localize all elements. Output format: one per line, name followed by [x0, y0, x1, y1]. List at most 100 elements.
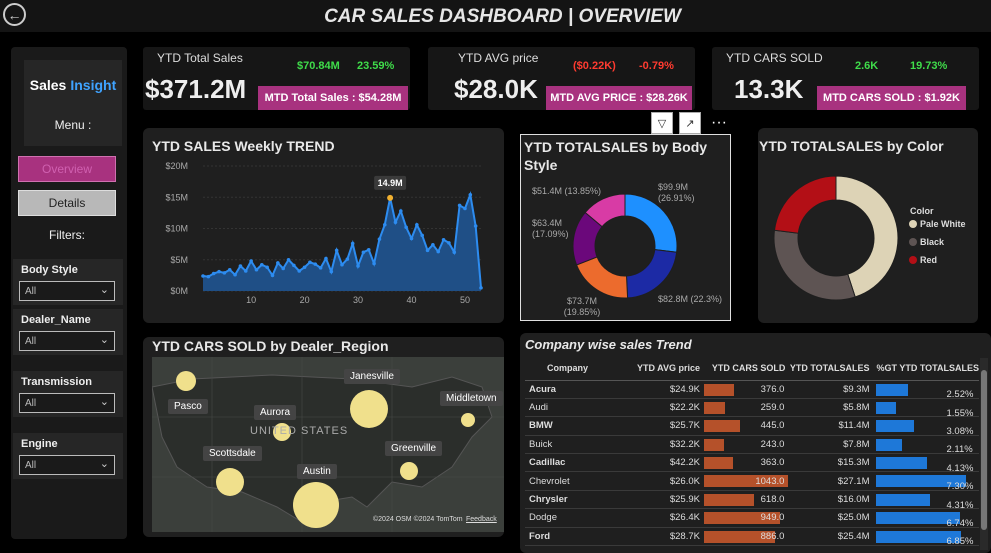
trend-point[interactable] — [334, 248, 339, 253]
table-row[interactable]: Chevrolet $26.0K 1043.0 $27.1M 7.30% — [525, 471, 979, 492]
trend-point[interactable] — [206, 274, 211, 279]
trend-point[interactable] — [211, 271, 216, 276]
trend-point[interactable] — [393, 220, 398, 225]
trend-point[interactable] — [243, 269, 248, 273]
donut-slice[interactable] — [773, 229, 856, 301]
table-scrollbar[interactable] — [980, 358, 988, 550]
table-row[interactable]: Acura $24.9K 376.0 $9.3M 2.52% — [525, 380, 979, 400]
trend-point[interactable] — [468, 192, 473, 197]
x-tick-label: 30 — [353, 295, 363, 305]
trend-point[interactable] — [233, 272, 237, 277]
dealer-name-dropdown[interactable]: All ⌄ — [19, 331, 115, 351]
trend-point[interactable] — [313, 262, 318, 266]
trend-point[interactable] — [276, 261, 280, 265]
trend-point[interactable] — [201, 274, 205, 278]
transmission-dropdown[interactable]: All ⌄ — [19, 393, 115, 413]
trend-point[interactable] — [436, 249, 441, 254]
dealer-region-map[interactable] — [152, 357, 504, 532]
legend-item[interactable]: Red — [920, 255, 937, 265]
nav-details-button[interactable]: Details — [18, 190, 116, 216]
col-avg-price[interactable]: YTD AVG price — [620, 356, 702, 381]
trend-point[interactable] — [265, 265, 269, 270]
trend-point[interactable] — [308, 260, 312, 265]
trend-point[interactable] — [420, 233, 424, 238]
trend-point[interactable] — [238, 264, 243, 268]
trend-highlight-point[interactable] — [387, 194, 394, 201]
y-tick-label: $0M — [170, 286, 188, 296]
engine-dropdown[interactable]: All ⌄ — [19, 455, 115, 475]
trend-point[interactable] — [415, 222, 419, 227]
trend-point[interactable] — [457, 203, 462, 208]
table-row[interactable]: Audi $22.2K 259.0 $5.8M 1.55% — [525, 398, 979, 419]
legend-item[interactable]: Black — [920, 237, 945, 247]
region-label-austin: Austin — [297, 464, 337, 479]
more-options-icon[interactable]: ··· — [707, 112, 731, 134]
trend-point[interactable] — [350, 241, 355, 246]
trend-point[interactable] — [302, 265, 307, 270]
col-cars-sold[interactable]: YTD CARS SOLD — [701, 356, 788, 381]
chevron-down-icon: ⌄ — [99, 458, 109, 470]
donut-slice[interactable] — [773, 175, 837, 234]
trend-point[interactable] — [377, 237, 382, 241]
trend-point[interactable] — [382, 222, 387, 227]
table-row[interactable]: Cadillac $42.2K 363.0 $15.3M 4.13% — [525, 453, 979, 474]
col-pct-gt[interactable]: %GT YTD TOTALSALES — [871, 356, 979, 381]
cell-avg-price: $22.2K — [620, 398, 702, 418]
brand-text: Sales — [29, 77, 67, 93]
trend-point[interactable] — [260, 262, 264, 267]
trend-point[interactable] — [270, 273, 275, 278]
trend-point[interactable] — [286, 257, 291, 262]
focus-mode-icon[interactable]: ↗ — [679, 112, 701, 134]
cell-cars-sold: 949.0 — [701, 508, 788, 528]
scrollbar-thumb[interactable] — [981, 370, 987, 530]
cars-sold-value: 363.0 — [760, 457, 785, 469]
table-row[interactable]: BMW $25.7K 445.0 $11.4M 3.08% — [525, 416, 979, 437]
trend-point[interactable] — [452, 250, 457, 255]
filter-icon[interactable]: ▽ — [651, 112, 673, 134]
dropdown-value: All — [25, 336, 37, 347]
trend-point[interactable] — [249, 259, 253, 263]
trend-point[interactable] — [372, 261, 376, 266]
dropdown-value: All — [25, 286, 37, 297]
trend-point[interactable] — [217, 269, 221, 274]
nav-overview-button[interactable]: Overview — [18, 156, 116, 182]
trend-point[interactable] — [361, 250, 366, 255]
trend-point[interactable] — [366, 247, 371, 252]
col-company[interactable]: Company — [525, 356, 621, 381]
trend-point[interactable] — [318, 266, 323, 270]
trend-point[interactable] — [222, 271, 227, 275]
trend-point[interactable] — [292, 263, 296, 268]
trend-point[interactable] — [345, 257, 350, 261]
trend-point[interactable] — [447, 241, 451, 245]
body-style-dropdown[interactable]: All ⌄ — [19, 281, 115, 301]
table-row[interactable]: Dodge $26.4K 949.0 $25.0M 6.74% — [525, 508, 979, 529]
trend-point[interactable] — [356, 264, 360, 268]
trend-point[interactable] — [441, 237, 446, 242]
trend-point[interactable] — [399, 209, 403, 213]
table-row[interactable]: Buick $32.2K 243.0 $7.8M 2.11% — [525, 435, 979, 455]
trend-point[interactable] — [340, 262, 344, 267]
cell-cars-sold: 445.0 — [701, 416, 788, 436]
trend-point[interactable] — [297, 269, 302, 273]
donut-slice[interactable] — [625, 249, 678, 299]
cell-avg-price: $26.4K — [620, 508, 702, 528]
donut-slice[interactable] — [575, 256, 629, 299]
trend-point[interactable] — [324, 256, 328, 261]
trend-point[interactable] — [404, 225, 408, 230]
map-feedback-link[interactable]: Feedback — [466, 516, 497, 523]
trend-point[interactable] — [409, 236, 414, 241]
trend-point[interactable] — [425, 248, 430, 253]
trend-point[interactable] — [329, 269, 334, 274]
trend-point[interactable] — [431, 242, 435, 247]
col-totalsales[interactable]: YTD TOTALSALES — [787, 356, 872, 381]
menu-label: Menu : — [54, 118, 92, 132]
trend-point[interactable] — [254, 267, 259, 272]
trend-point[interactable] — [463, 206, 467, 211]
table-row[interactable]: Ford $28.7K 886.0 $25.4M 6.85% — [525, 527, 979, 547]
legend-item[interactable]: Pale White — [920, 219, 966, 229]
trend-point[interactable] — [473, 224, 478, 228]
trend-point[interactable] — [227, 267, 232, 272]
trend-point[interactable] — [479, 286, 483, 290]
table-row[interactable]: Chrysler $25.9K 618.0 $16.0M 4.31% — [525, 490, 979, 511]
trend-point[interactable] — [281, 266, 285, 271]
